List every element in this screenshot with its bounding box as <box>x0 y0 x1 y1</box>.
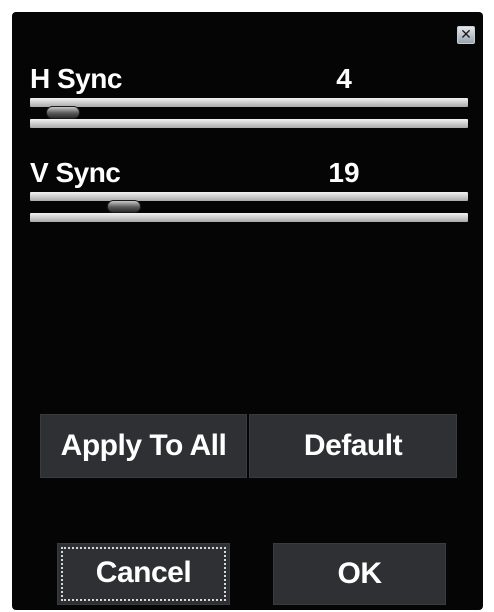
ok-button[interactable]: OK <box>273 543 446 605</box>
close-icon[interactable]: ✕ <box>457 26 475 44</box>
h-sync-value: 4 <box>336 63 352 94</box>
h-sync-slider-thumb[interactable] <box>46 106 81 119</box>
h-sync-slider[interactable] <box>30 98 468 132</box>
v-sync-value: 19 <box>328 157 360 188</box>
h-sync-slider-track <box>30 98 468 107</box>
default-button[interactable]: Default <box>249 414 457 478</box>
v-sync-slider-thumb[interactable] <box>106 200 141 213</box>
v-sync-label: V Sync <box>30 157 121 188</box>
sync-settings-dialog: ✕ H Sync 4 V Sync 19 Apply To All Defaul… <box>12 12 483 610</box>
h-sync-slider-track-lower <box>30 119 468 128</box>
cancel-button[interactable]: Cancel <box>57 543 230 605</box>
apply-to-all-button[interactable]: Apply To All <box>40 414 247 478</box>
v-sync-slider-track-lower <box>30 213 468 222</box>
v-sync-slider[interactable] <box>30 192 468 226</box>
h-sync-label: H Sync <box>30 63 122 94</box>
v-sync-slider-track <box>30 192 468 201</box>
